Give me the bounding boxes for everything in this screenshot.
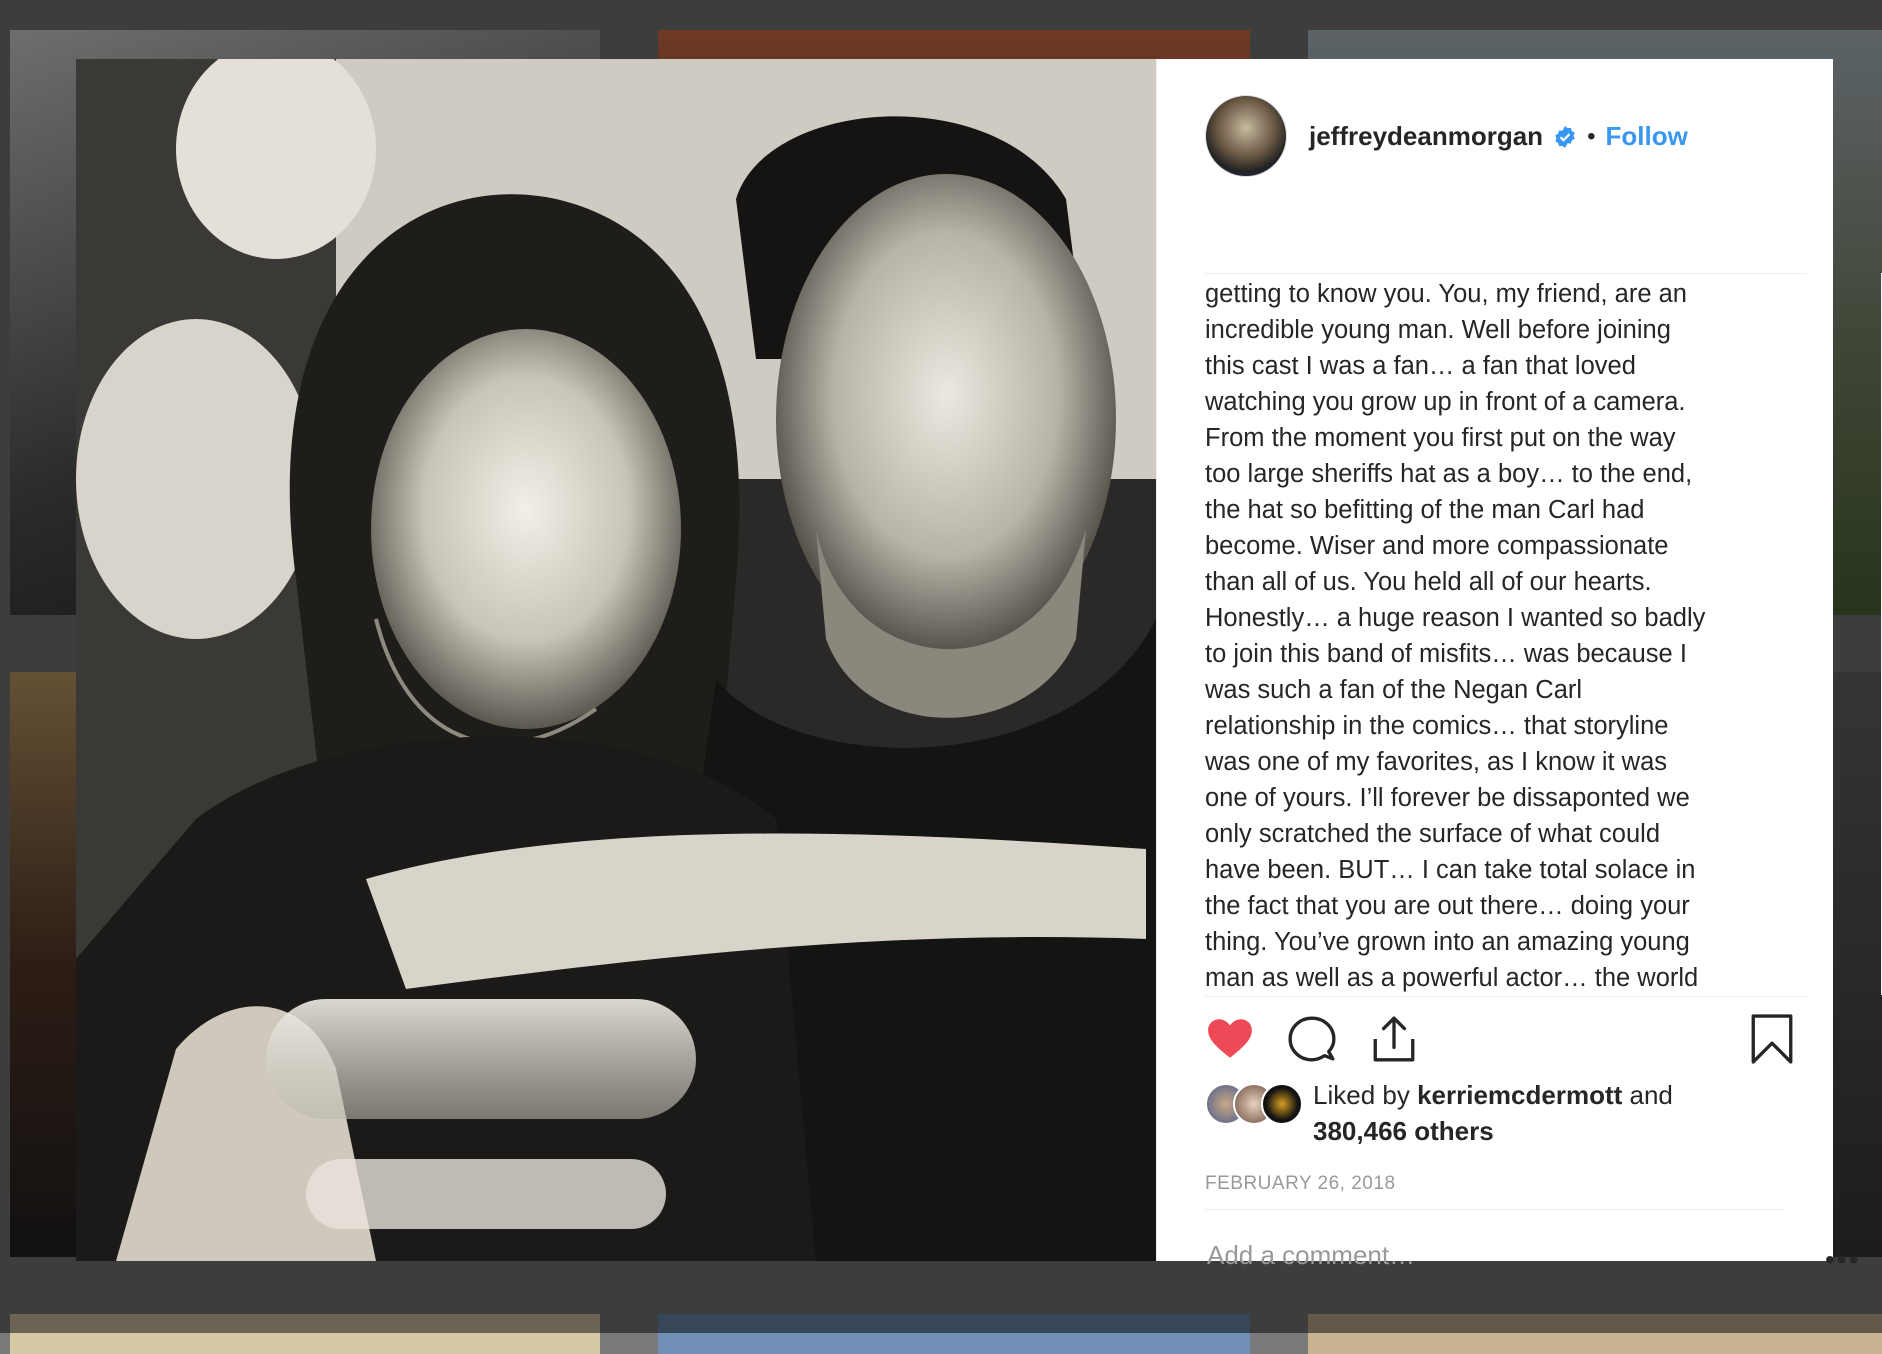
liked-prefix: Liked by bbox=[1313, 1080, 1418, 1110]
liked-by-text: Liked by kerriemcdermott and 380,466 oth… bbox=[1313, 1077, 1673, 1149]
divider bbox=[1205, 1209, 1785, 1210]
caption-area[interactable]: getting to know you. You, my friend, are… bbox=[1205, 273, 1807, 997]
more-options-icon[interactable]: ••• bbox=[1825, 1244, 1860, 1276]
comment-icon[interactable] bbox=[1287, 1014, 1337, 1064]
liked-user-link[interactable]: kerriemcdermott bbox=[1417, 1080, 1622, 1110]
action-bar bbox=[1205, 1014, 1807, 1064]
likes-count-link[interactable]: 380,466 others bbox=[1313, 1116, 1494, 1146]
heart-icon[interactable] bbox=[1205, 1014, 1255, 1064]
separator-dot: • bbox=[1587, 122, 1596, 150]
post-details-panel: jeffreydeanmorgan • Follow getting to kn… bbox=[1156, 59, 1882, 1281]
caption-text: getting to know you. You, my friend, are… bbox=[1205, 280, 1706, 992]
liked-and: and bbox=[1622, 1080, 1673, 1110]
liker-avatar[interactable] bbox=[1261, 1083, 1303, 1125]
photo-image bbox=[76, 59, 1156, 1261]
username-link[interactable]: jeffreydeanmorgan bbox=[1309, 121, 1543, 152]
post-date[interactable]: FEBRUARY 26, 2018 bbox=[1205, 1173, 1396, 1195]
post-photo[interactable] bbox=[76, 59, 1156, 1261]
follow-button[interactable]: Follow bbox=[1605, 121, 1687, 152]
post-header: jeffreydeanmorgan • Follow bbox=[1157, 59, 1833, 214]
bookmark-icon[interactable] bbox=[1747, 1014, 1797, 1064]
share-icon[interactable] bbox=[1369, 1014, 1419, 1064]
avatar[interactable] bbox=[1205, 95, 1287, 177]
post-modal: jeffreydeanmorgan • Follow getting to kn… bbox=[76, 59, 1882, 1281]
liker-avatars[interactable] bbox=[1205, 1083, 1315, 1125]
verified-badge-icon bbox=[1555, 125, 1575, 148]
comment-input[interactable] bbox=[1205, 1229, 1729, 1281]
